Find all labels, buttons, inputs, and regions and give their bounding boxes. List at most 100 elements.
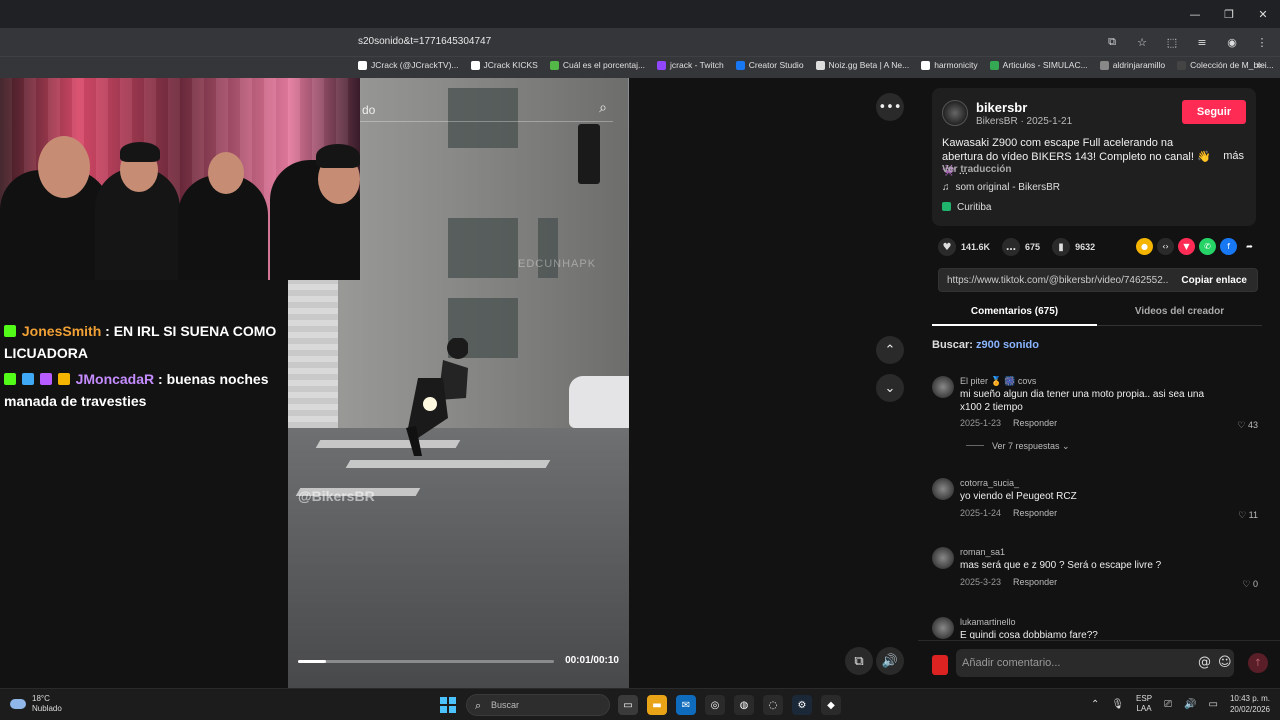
video-progress-bar[interactable] — [298, 660, 554, 663]
bookmark-item[interactable]: Noiz.gg Beta | A Ne... — [815, 60, 909, 70]
like-count: 141.6K — [961, 242, 991, 252]
copy-link-button[interactable]: Copiar enlace — [1181, 275, 1247, 286]
task-view-icon[interactable]: ▭ — [618, 695, 638, 715]
extensions-icon[interactable]: ⬚ — [1162, 32, 1182, 52]
bookmark-item[interactable]: harmonicity — [921, 60, 978, 70]
commenter-name[interactable]: El piter 🏅 🎆 covs — [960, 376, 1036, 387]
whatsapp-icon[interactable]: ✆ — [1199, 238, 1216, 255]
taskbar-search[interactable]: ⌕ Buscar — [466, 694, 610, 716]
volume-button[interactable]: 🔊 — [876, 647, 904, 675]
close-button[interactable]: ✕ — [1246, 0, 1280, 28]
menu-icon[interactable]: ⋮ — [1252, 32, 1272, 52]
chevron-up-icon[interactable]: ⌃ — [1091, 699, 1099, 710]
outlook-icon[interactable]: ✉ — [676, 695, 696, 715]
reply-button[interactable]: Responder — [1013, 508, 1057, 518]
network-icon[interactable]: ⎚ — [1164, 699, 1172, 710]
discord-icon[interactable]: ◍ — [734, 695, 754, 715]
search-suggestion[interactable]: Buscar: z900 sonido — [932, 339, 1039, 351]
chrome-icon[interactable]: ◎ — [705, 695, 725, 715]
save-button[interactable]: ▮ 9632 — [1052, 238, 1095, 256]
send-comment-button[interactable]: ↑ — [1248, 653, 1268, 673]
media-icon[interactable]: ≡ — [1192, 32, 1212, 52]
bookmarks-more-button[interactable]: » — [1256, 60, 1262, 71]
bookmark-label: JCrack KICKS — [483, 60, 538, 70]
embed-icon[interactable]: ‹› — [1157, 238, 1174, 255]
send-icon[interactable]: ▼ — [1178, 238, 1195, 255]
previous-video-button[interactable]: ⌃ — [876, 336, 904, 364]
bookmark-label: harmonicity — [934, 60, 978, 70]
start-button[interactable] — [440, 697, 456, 713]
follow-button[interactable]: Seguir — [1182, 100, 1246, 124]
pip-button[interactable]: ⧉ — [845, 647, 873, 675]
video-search-bar[interactable]: do ⌕ — [348, 98, 613, 122]
language-indicator[interactable]: ESP LAA — [1136, 694, 1152, 714]
view-replies-button[interactable]: Ver 7 respuestas ⌄ — [966, 441, 1070, 452]
commenter-avatar[interactable] — [932, 376, 954, 398]
emoji-icon[interactable]: ☺ — [1218, 655, 1232, 670]
next-video-button[interactable]: ⌄ — [876, 374, 904, 402]
sound-link[interactable]: ♫ som original - BikersBR — [942, 182, 1066, 193]
reply-button[interactable]: Responder — [1013, 577, 1057, 587]
author-name[interactable]: bikersbr — [976, 100, 1027, 115]
comment-composer: @ ☺ ↑ — [918, 640, 1280, 688]
steam-icon[interactable]: ⚙ — [792, 695, 812, 715]
comment-like-button[interactable]: ♡ 43 — [1237, 420, 1258, 431]
sound-label: som original - BikersBR — [955, 182, 1060, 193]
volume-icon[interactable]: 🔊 — [1184, 699, 1196, 710]
url-text[interactable]: s20sonido&t=1771645304747 — [358, 36, 491, 47]
author-avatar[interactable] — [942, 100, 968, 126]
minimize-button[interactable]: — — [1178, 0, 1212, 28]
clock[interactable]: 10:43 p. m. 20/02/2026 — [1230, 693, 1270, 715]
obs-icon[interactable]: ◌ — [763, 695, 783, 715]
coin-icon[interactable]: ● — [1136, 238, 1153, 255]
location-link[interactable]: Curitiba — [942, 202, 997, 213]
commenter-name[interactable]: lukamartinello — [960, 617, 1016, 627]
battery-icon[interactable]: ▭ — [1209, 699, 1218, 710]
comment-text: E quindi cosa dobbiamo fare?? — [960, 630, 1098, 639]
commenter-name[interactable]: cotorra_sucia_ — [960, 478, 1019, 488]
commenter-avatar[interactable] — [932, 478, 954, 500]
cast-icon[interactable]: ⧉ — [1102, 32, 1122, 52]
microphone-icon[interactable]: 🎙 — [1111, 699, 1124, 710]
bookmark-item[interactable]: jcrack - Twitch — [657, 60, 724, 70]
comment-input[interactable] — [956, 649, 1234, 677]
bookmark-item[interactable]: aldrinjaramillo — [1099, 60, 1165, 70]
bookmark-item[interactable]: Creator Studio — [735, 60, 804, 70]
bookmark-item[interactable]: Articulos - SIMULAC... — [989, 60, 1088, 70]
maximize-button[interactable]: ❐ — [1212, 0, 1246, 28]
bookmark-item[interactable]: JCrack KICKS — [470, 60, 538, 70]
reply-button[interactable]: Responder — [1013, 418, 1057, 428]
file-explorer-icon[interactable]: ▬ — [647, 695, 667, 715]
bookmark-item[interactable]: JCrack (@JCrackTV)... — [358, 60, 459, 70]
profile-icon[interactable]: ◉ — [1222, 32, 1242, 52]
bookmark-favicon-icon — [815, 60, 825, 70]
commenter-avatar[interactable] — [932, 547, 954, 569]
mention-icon[interactable]: @ — [1198, 655, 1211, 670]
like-button[interactable]: ♥ 141.6K — [938, 238, 990, 256]
more-options-button[interactable]: ••• — [876, 93, 904, 121]
post-details-panel: bikersbr BikersBR · 2025-1-21 Seguir Kaw… — [918, 78, 1280, 688]
share-link-text[interactable]: https://www.tiktok.com/@bikersbr/video/7… — [947, 275, 1169, 286]
comment-item: roman_sa1 mas será que e z 900 ? Será o … — [932, 547, 1262, 597]
bookmark-favicon-icon — [1099, 60, 1109, 70]
comment-button[interactable]: … 675 — [1002, 238, 1040, 256]
share-arrow-icon[interactable]: ➦ — [1241, 238, 1258, 255]
commenter-name[interactable]: roman_sa1 — [960, 547, 1005, 557]
more-link[interactable]: más — [1223, 150, 1244, 162]
comment-like-button[interactable]: ♡ 11 — [1238, 510, 1258, 521]
search-keyword[interactable]: z900 sonido — [976, 339, 1039, 351]
comment-like-button[interactable]: ♡ 0 — [1242, 579, 1258, 590]
bookmark-item[interactable]: Cuál es el porcentaj... — [549, 60, 645, 70]
translate-link[interactable]: Ver traducción — [942, 164, 1011, 175]
music-note-icon: ♫ — [942, 182, 950, 193]
app-icon[interactable]: ◆ — [821, 695, 841, 715]
browser-titlebar: — ❐ ✕ — [0, 0, 1280, 28]
weather-widget[interactable]: 18°C Nublado — [10, 694, 62, 714]
facebook-icon[interactable]: f — [1220, 238, 1237, 255]
search-icon[interactable]: ⌕ — [599, 100, 607, 116]
star-icon[interactable]: ☆ — [1132, 32, 1152, 52]
tab-comments[interactable]: Comentarios (675) — [932, 306, 1097, 317]
commenter-avatar[interactable] — [932, 617, 954, 639]
taskbar-search-label: Buscar — [491, 700, 520, 710]
tab-creator-videos[interactable]: Videos del creador — [1097, 306, 1262, 317]
